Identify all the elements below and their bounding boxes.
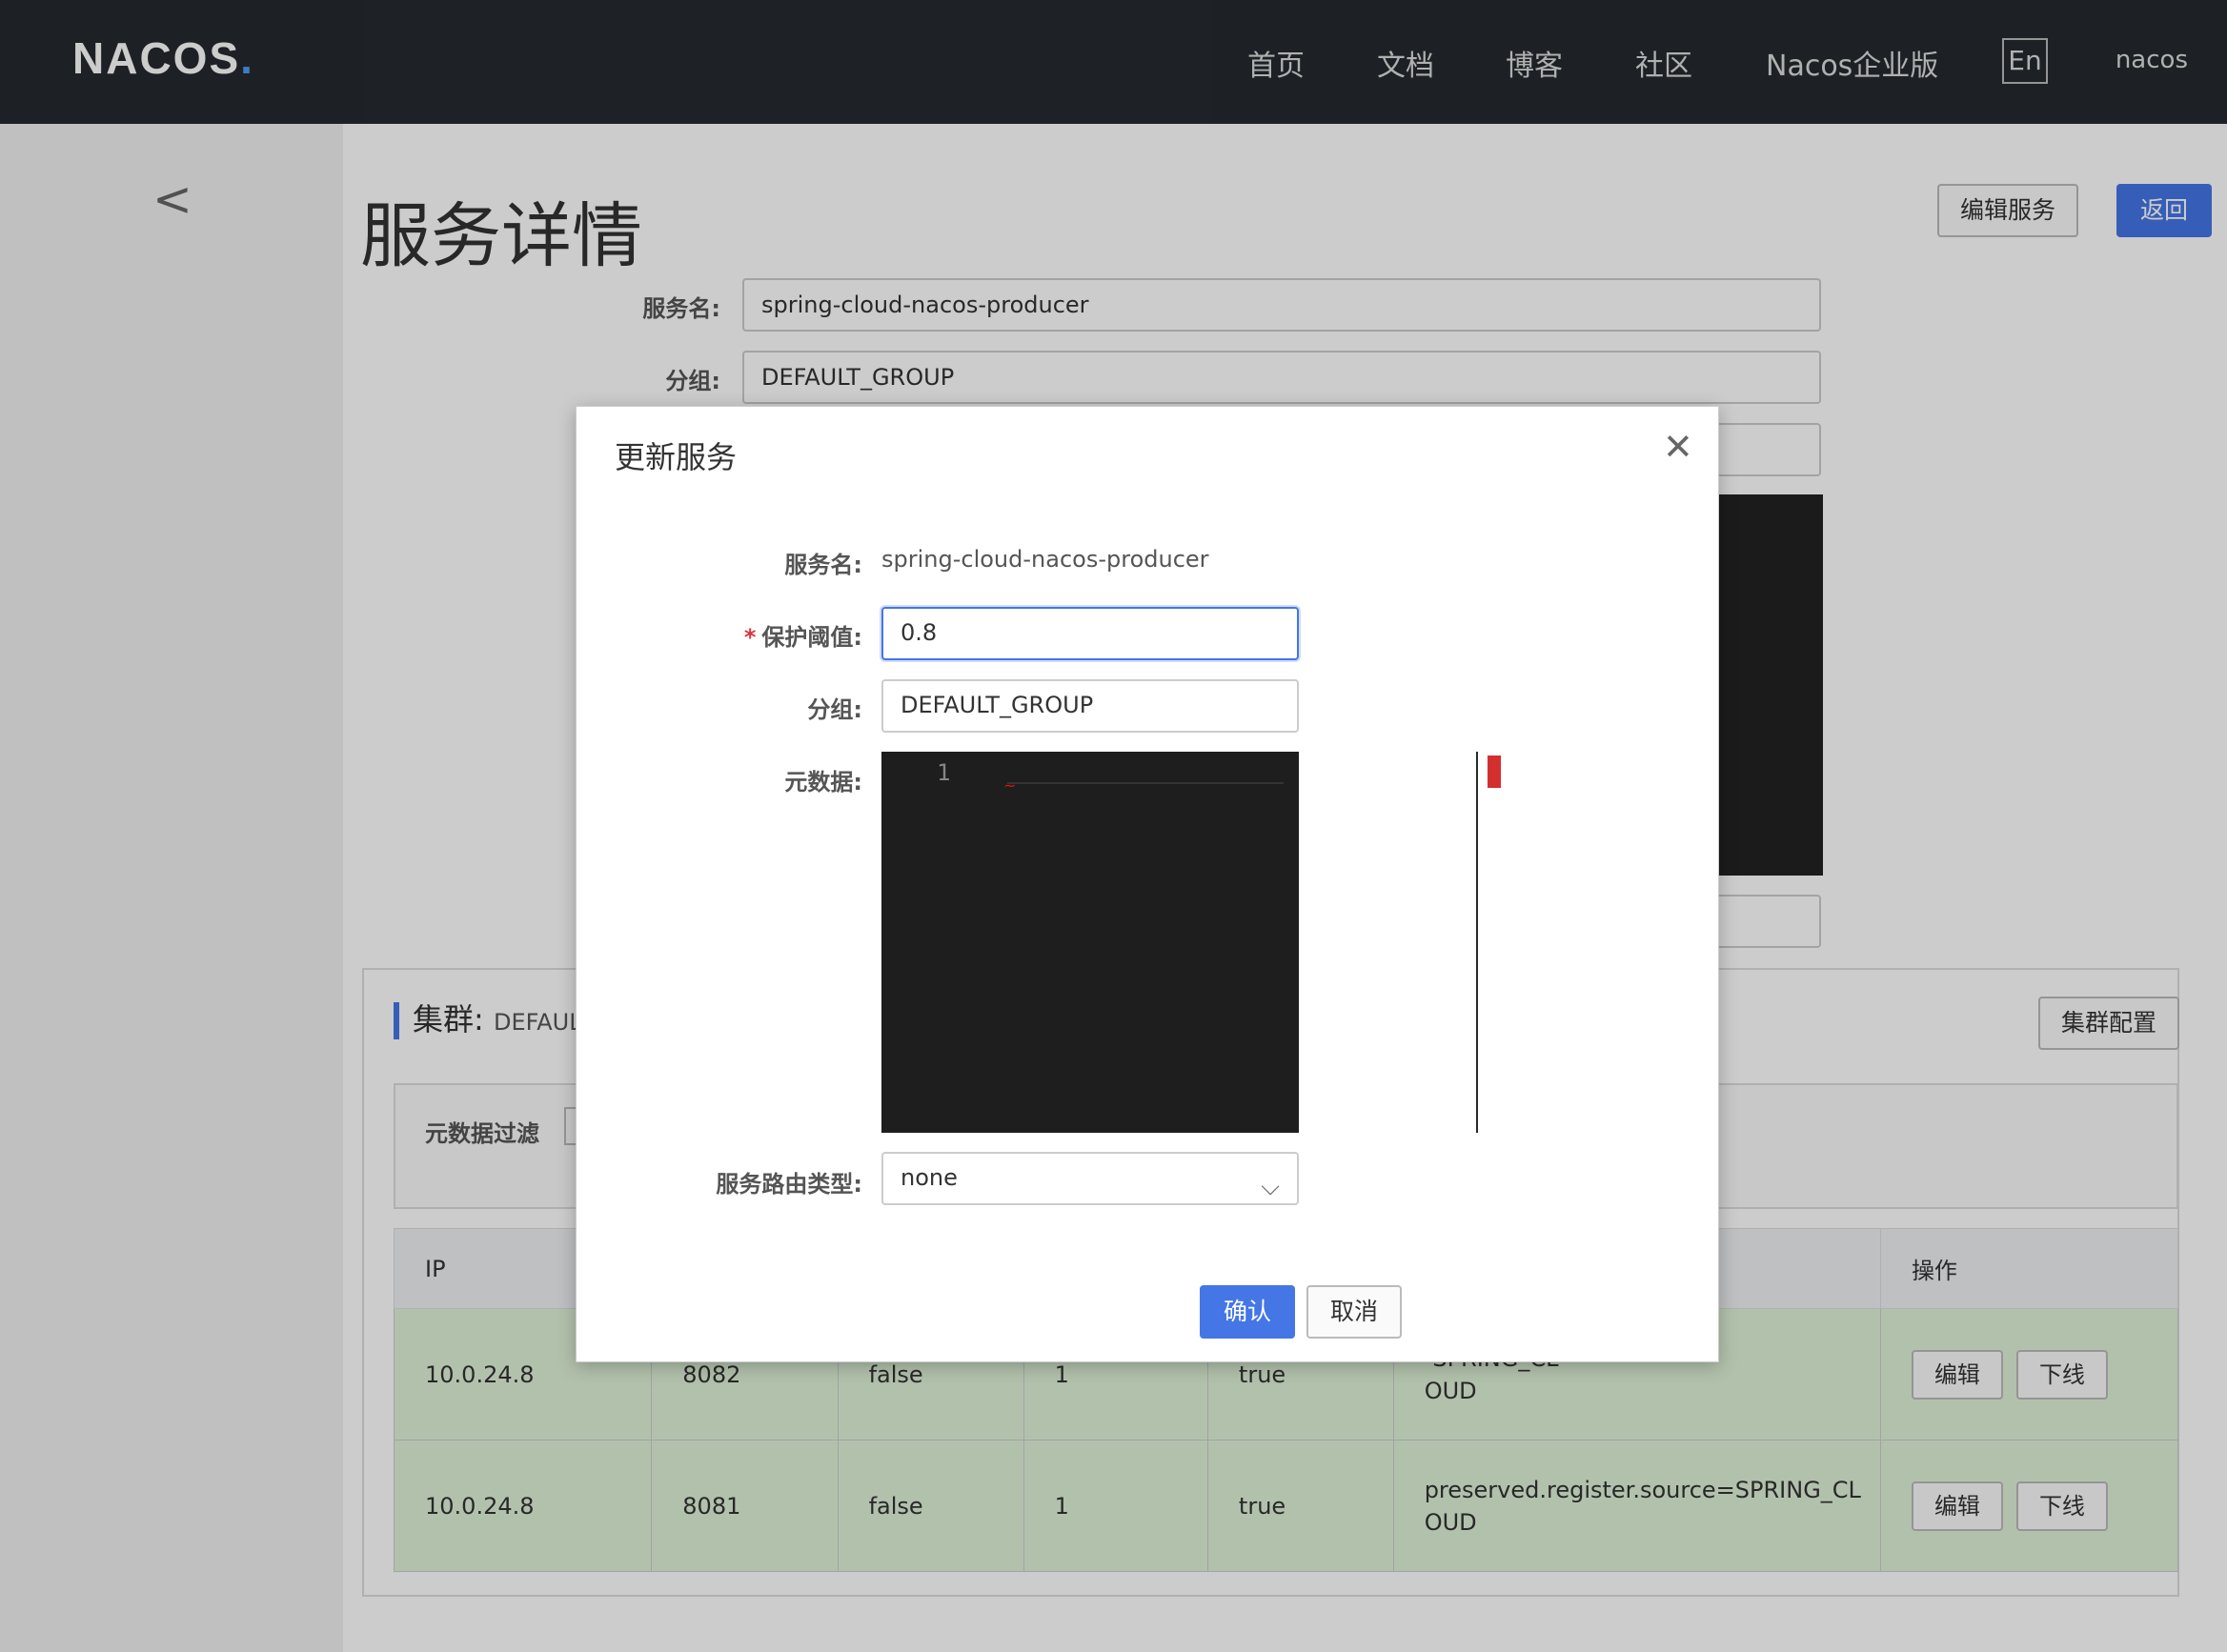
current-line-highlight [1007, 782, 1284, 784]
dialog-title: 更新服务 [615, 439, 738, 475]
cancel-button[interactable]: 取消 [1306, 1285, 1402, 1339]
error-squiggle-icon: ~ [1003, 776, 1017, 795]
error-marker-icon [1488, 755, 1501, 788]
threshold-label: * 保护阈值: [743, 624, 862, 651]
editor-scrollbar[interactable] [1476, 752, 1478, 1133]
dialog-group-label: 分组: [807, 696, 862, 723]
route-type-select[interactable]: none ⌵ [881, 1152, 1299, 1205]
chevron-down-icon: ⌵ [1261, 1173, 1280, 1201]
close-icon[interactable]: ✕ [1663, 426, 1693, 468]
update-service-dialog: 更新服务 ✕ 服务名: spring-cloud-nacos-producer … [576, 406, 1719, 1362]
route-type-label: 服务路由类型: [716, 1171, 862, 1198]
dialog-group-input[interactable]: DEFAULT_GROUP [881, 679, 1299, 733]
dialog-service-name-value: spring-cloud-nacos-producer [881, 546, 1209, 573]
metadata-code-editor[interactable]: 1 ~ [881, 752, 1501, 1133]
dialog-service-name-label: 服务名: [784, 552, 862, 578]
threshold-input[interactable]: 0.8 [881, 607, 1299, 660]
line-number: 1 [937, 759, 951, 786]
metadata-label: 元数据: [784, 769, 862, 796]
confirm-button[interactable]: 确认 [1200, 1285, 1295, 1339]
